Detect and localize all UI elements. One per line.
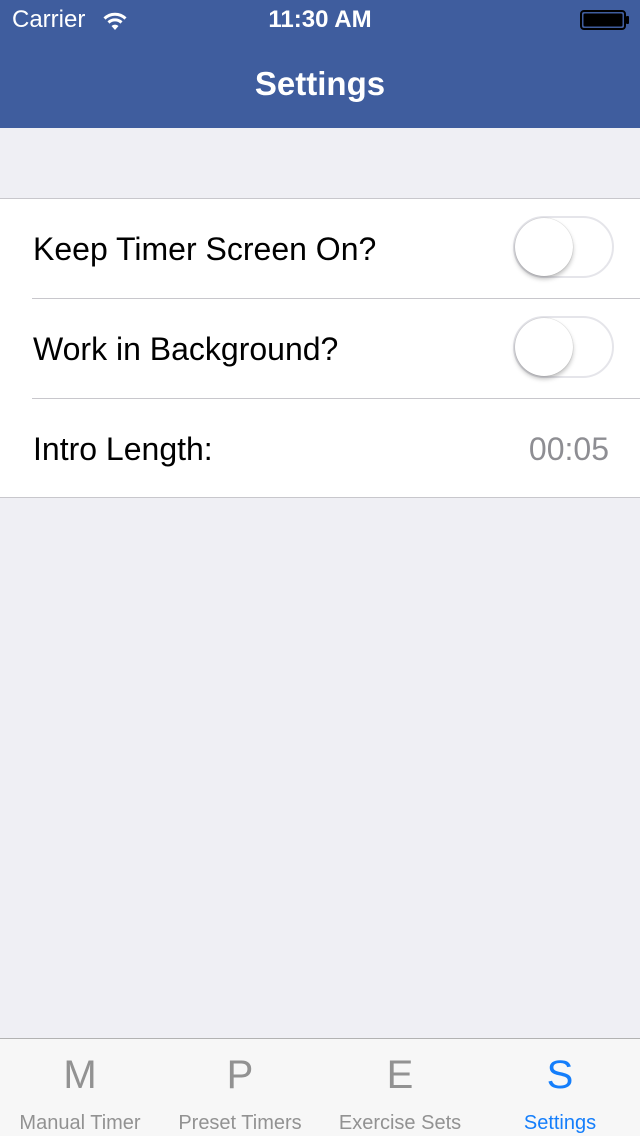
tab-label: Manual Timer <box>19 1112 141 1134</box>
manual-timer-icon: M <box>63 1053 97 1097</box>
tab-label: Preset Timers <box>178 1112 302 1134</box>
status-bar: Carrier 11:30 AM <box>0 0 640 40</box>
tab-bar: M Manual Timer P Preset Timers E Exercis… <box>0 1038 640 1136</box>
work-in-background-toggle[interactable] <box>513 316 614 378</box>
keep-screen-on-label: Keep Timer Screen On? <box>33 231 377 267</box>
toggle-knob <box>515 218 573 276</box>
preset-timers-icon: P <box>226 1053 254 1097</box>
settings-table: Keep Timer Screen On? Work in Background… <box>0 198 640 498</box>
intro-length-label: Intro Length: <box>33 431 213 467</box>
battery-icon <box>580 10 629 30</box>
settings-icon: S <box>546 1053 574 1097</box>
tab-preset-timers[interactable]: P Preset Timers <box>160 1039 320 1136</box>
tab-label: Settings <box>523 1112 597 1134</box>
work-in-background-label: Work in Background? <box>33 331 339 367</box>
setting-row-intro-length[interactable]: Intro Length: 00:05 <box>0 399 640 499</box>
tab-settings[interactable]: S Settings <box>480 1039 640 1136</box>
status-time: 11:30 AM <box>268 6 372 33</box>
setting-row-keep-screen-on: Keep Timer Screen On? <box>0 199 640 299</box>
setting-row-work-in-background: Work in Background? <box>0 299 640 399</box>
exercise-sets-icon: E <box>386 1053 414 1097</box>
toggle-knob <box>515 318 573 376</box>
page-title: Settings <box>254 65 386 102</box>
intro-length-value[interactable]: 00:05 <box>529 429 609 469</box>
tab-manual-timer[interactable]: M Manual Timer <box>0 1039 160 1136</box>
tab-label: Exercise Sets <box>338 1112 462 1134</box>
keep-screen-on-toggle[interactable] <box>513 216 614 278</box>
tab-exercise-sets[interactable]: E Exercise Sets <box>320 1039 480 1136</box>
header: Carrier 11:30 AM Settings <box>0 0 640 128</box>
